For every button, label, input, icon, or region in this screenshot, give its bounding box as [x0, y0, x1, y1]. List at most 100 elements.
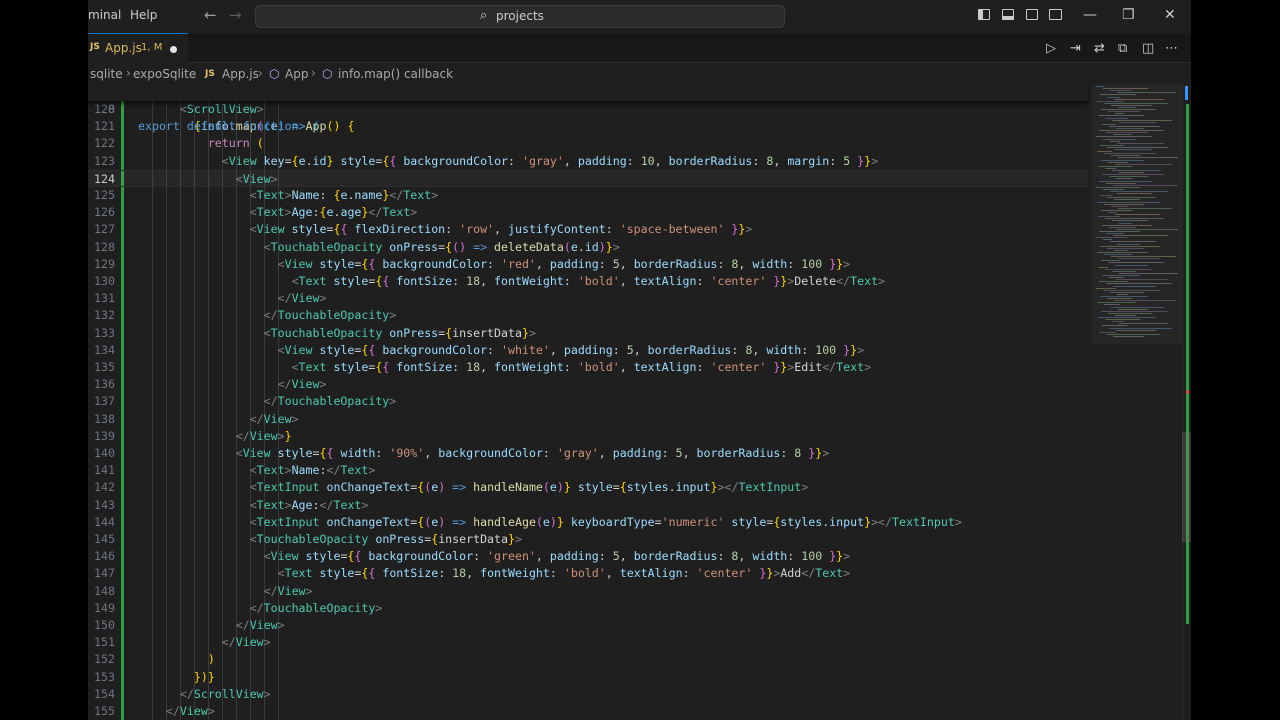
- code-line[interactable]: 129 <View style={{ backgroundColor: 'red…: [88, 256, 1088, 273]
- line-number: 137: [94, 394, 115, 409]
- line-number: 140: [94, 446, 115, 460]
- code-editor[interactable]: 8 export default function App() { 120 <S…: [88, 84, 1191, 720]
- code-line[interactable]: 141 <Text>Name:</Text>: [88, 462, 1088, 479]
- code-line[interactable]: 125 <Text>Name: {e.name}</Text>: [88, 187, 1088, 204]
- toggle-primary-sidebar-icon[interactable]: [978, 9, 990, 20]
- minimap-line: [1116, 178, 1132, 180]
- code-line[interactable]: 126 <Text>Age:{e.age}</Text>: [88, 204, 1088, 221]
- minimap-line: [1109, 176, 1148, 178]
- code-line[interactable]: 153 })}: [88, 669, 1088, 686]
- code-text: <TouchableOpacity onPress={insertData}>: [263, 325, 536, 340]
- minimap[interactable]: [1092, 84, 1182, 344]
- scrollbar-thumb[interactable]: [1182, 432, 1191, 542]
- code-text: <TouchableOpacity onPress={insertData}>: [249, 532, 522, 546]
- tab-app-js[interactable]: JS App.js 1, M: [88, 33, 188, 63]
- breadcrumb-item[interactable]: App.js: [222, 67, 259, 81]
- code-line[interactable]: 149 </TouchableOpacity>: [88, 600, 1088, 617]
- minimap-line: [1116, 329, 1156, 331]
- code-text: <ScrollView>: [179, 102, 264, 116]
- line-number: 132: [94, 308, 115, 323]
- code-line[interactable]: 145 <TouchableOpacity onPress={insertDat…: [88, 531, 1088, 548]
- code-line[interactable]: 122 return (: [88, 135, 1088, 152]
- sticky-scroll-header[interactable]: 8 export default function App() {: [88, 84, 1088, 133]
- code-line[interactable]: 152 ): [88, 651, 1088, 668]
- menu-help[interactable]: Help: [130, 8, 157, 22]
- close-window-icon[interactable]: ✕: [1164, 7, 1176, 23]
- sticky-code: export default function App() {: [138, 119, 355, 133]
- toggle-secondary-sidebar-icon[interactable]: [1026, 9, 1038, 20]
- minimap-line: [1105, 268, 1152, 270]
- split-editor-icon[interactable]: ◫: [1142, 41, 1154, 56]
- code-line[interactable]: 133 <TouchableOpacity onPress={insertDat…: [88, 325, 1088, 342]
- code-line[interactable]: 135 <Text style={{ fontSize: 18, fontWei…: [88, 359, 1088, 376]
- code-line[interactable]: 146 <View style={{ backgroundColor: 'gre…: [88, 548, 1088, 565]
- line-number: 127: [94, 222, 115, 237]
- code-line[interactable]: 136 </View>: [88, 376, 1088, 393]
- minimap-line: [1098, 317, 1156, 318]
- back-arrow-icon[interactable]: ←: [204, 6, 217, 24]
- compare-icon[interactable]: ⇄: [1094, 41, 1105, 56]
- minimap-line: [1102, 275, 1140, 276]
- cube-icon: ⬡: [322, 67, 333, 81]
- code-line[interactable]: 130 <Text style={{ fontSize: 18, fontWei…: [88, 273, 1088, 290]
- breadcrumb-item[interactable]: App: [285, 67, 308, 81]
- code-line[interactable]: 132 </TouchableOpacity>: [88, 307, 1088, 324]
- code-line[interactable]: 120 <ScrollView>: [88, 101, 1088, 118]
- command-center[interactable]: ⌕ projects: [255, 5, 785, 28]
- code-line[interactable]: 147 <Text style={{ fontSize: 18, fontWei…: [88, 565, 1088, 582]
- code-text: <View style={{ backgroundColor: 'green',…: [263, 549, 851, 564]
- code-line[interactable]: 144 <TextInput onChangeText={(e) => hand…: [88, 514, 1088, 531]
- minimap-line: [1100, 245, 1160, 247]
- toggle-panel-icon[interactable]: [1002, 9, 1014, 20]
- minimap-line: [1114, 199, 1140, 201]
- code-line[interactable]: 154 </ScrollView>: [88, 686, 1088, 703]
- code-line[interactable]: 134 <View style={{ backgroundColor: 'whi…: [88, 342, 1088, 359]
- restore-icon[interactable]: ❐: [1122, 7, 1135, 23]
- code-line[interactable]: 155 </View>: [88, 703, 1088, 720]
- minimap-line: [1099, 130, 1164, 132]
- line-number: 141: [94, 463, 115, 478]
- run-icon[interactable]: ▷: [1046, 41, 1056, 56]
- customize-layout-icon[interactable]: [1049, 9, 1062, 20]
- minimap-line: [1115, 214, 1160, 216]
- minimap-line: [1103, 289, 1160, 291]
- code-text: <Text style={{ fontSize: 18, fontWeight:…: [277, 566, 851, 581]
- more-actions-icon[interactable]: ⋯: [1165, 41, 1178, 56]
- minimap-line: [1101, 260, 1120, 262]
- minimap-line: [1111, 205, 1128, 207]
- code-line[interactable]: 143 <Text>Age:</Text>: [88, 497, 1088, 514]
- open-preview-icon[interactable]: ⧉: [1118, 41, 1127, 56]
- code-line[interactable]: 138 </View>: [88, 411, 1088, 428]
- breadcrumb-item[interactable]: info.map() callback: [338, 67, 453, 81]
- code-line[interactable]: 139 </View>}: [88, 428, 1088, 445]
- minimap-line: [1119, 323, 1168, 325]
- minimap-line: [1100, 195, 1112, 197]
- vertical-scrollbar[interactable]: [1182, 84, 1191, 720]
- code-text: <Text>Age:</Text>: [249, 497, 369, 512]
- code-line[interactable]: 131 </View>: [88, 290, 1088, 307]
- unsaved-dot-icon[interactable]: [170, 46, 177, 53]
- line-number: 8: [108, 102, 115, 116]
- code-text: <View key={e.id} style={{ backgroundColo…: [221, 153, 879, 168]
- minimap-line: [1116, 228, 1178, 230]
- breadcrumb-item[interactable]: sqlite: [90, 67, 123, 81]
- minimap-line: [1102, 224, 1152, 226]
- code-line[interactable]: 151 </View>: [88, 634, 1088, 651]
- minimap-line: [1101, 159, 1144, 161]
- line-number: 152: [94, 652, 115, 667]
- code-line[interactable]: 123 <View key={e.id} style={{ background…: [88, 153, 1088, 170]
- open-changes-icon[interactable]: ⇥: [1070, 41, 1081, 56]
- code-line[interactable]: 150 </View>: [88, 617, 1088, 634]
- code-line[interactable]: 148 </View>: [88, 583, 1088, 600]
- code-line[interactable]: 142 <TextInput onChangeText={(e) => hand…: [88, 479, 1088, 496]
- minimap-line: [1104, 102, 1168, 104]
- breadcrumb-item[interactable]: expoSqlite: [133, 67, 196, 81]
- menu-terminal[interactable]: minal: [88, 8, 121, 22]
- forward-arrow-icon[interactable]: →: [229, 6, 242, 24]
- code-line[interactable]: 124 <View>: [88, 169, 1088, 187]
- code-line[interactable]: 128 <TouchableOpacity onPress={() => del…: [88, 239, 1088, 256]
- code-line[interactable]: 140 <View style={{ width: '90%', backgro…: [88, 445, 1088, 462]
- code-line[interactable]: 127 <View style={{ flexDirection: 'row',…: [88, 221, 1088, 238]
- minimize-icon[interactable]: —: [1083, 7, 1097, 23]
- code-line[interactable]: 137 </TouchableOpacity>: [88, 393, 1088, 410]
